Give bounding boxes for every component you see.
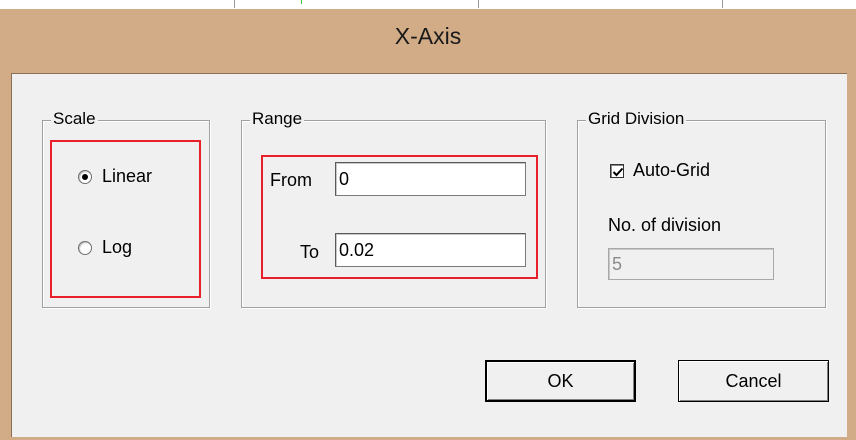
- auto-grid-label: Auto-Grid: [633, 160, 711, 180]
- green-marker: [301, 0, 302, 4]
- divider-tick: [234, 0, 235, 8]
- linear-radio-button[interactable]: [78, 169, 92, 184]
- auto-grid-checkbox[interactable]: [610, 163, 624, 178]
- dialog-title: X-Axis: [394, 23, 462, 49]
- from-label: From: [270, 170, 312, 190]
- x-axis-dialog: X-Axis Scale Linear Log Range From To Gr…: [0, 9, 856, 440]
- cancel-button[interactable]: Cancel: [678, 360, 829, 402]
- scale-highlight-box: [50, 140, 201, 298]
- range-group-label: Range: [250, 109, 305, 129]
- auto-grid-option[interactable]: Auto-Grid: [610, 160, 710, 181]
- log-radio-label: Log: [102, 237, 133, 257]
- division-input: [608, 248, 774, 280]
- to-input[interactable]: [335, 233, 526, 267]
- to-label: To: [300, 242, 320, 262]
- dialog-client-area: Scale Linear Log Range From To Grid Divi…: [11, 73, 847, 437]
- checkmark-icon: [612, 167, 624, 176]
- divider-tick: [722, 0, 723, 8]
- ok-button[interactable]: OK: [485, 360, 636, 402]
- divider-tick: [478, 0, 479, 8]
- grid-division-group-label: Grid Division: [586, 109, 687, 129]
- log-radio-button[interactable]: [78, 240, 92, 255]
- log-radio-option[interactable]: Log: [78, 237, 132, 258]
- linear-radio-label: Linear: [102, 166, 153, 186]
- from-input[interactable]: [335, 162, 526, 196]
- linear-radio-option[interactable]: Linear: [78, 166, 152, 187]
- division-label: No. of division: [608, 215, 722, 235]
- scale-group-label: Scale: [51, 109, 98, 129]
